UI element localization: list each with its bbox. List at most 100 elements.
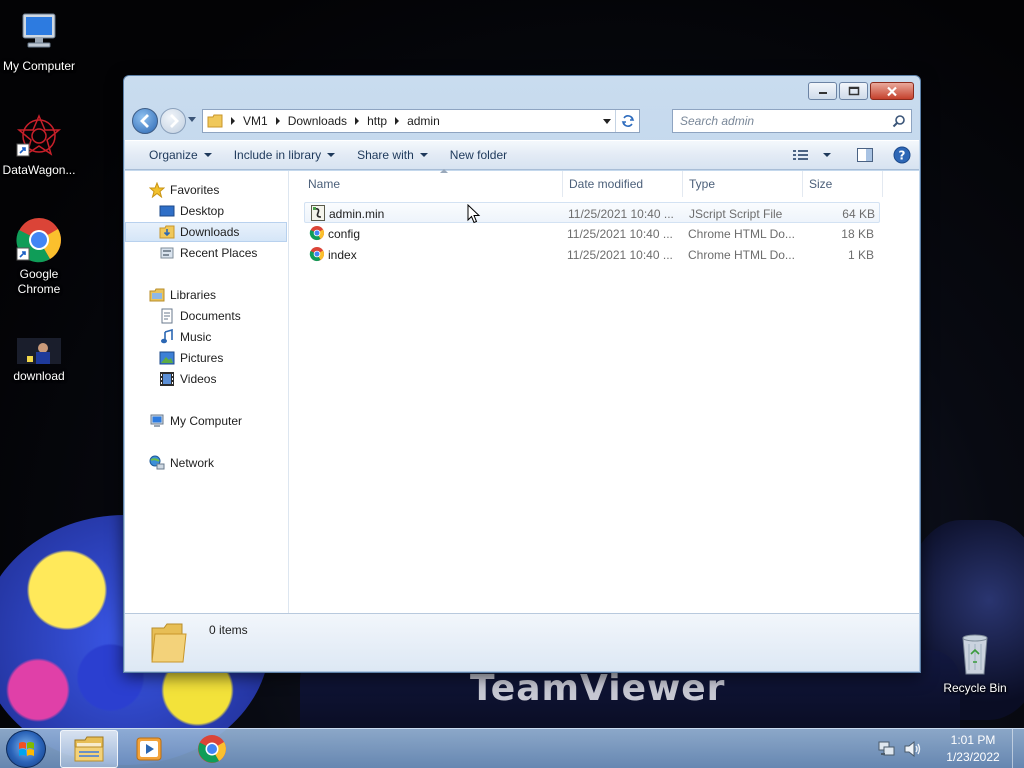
nav-label: Music [180, 330, 212, 344]
nav-pictures[interactable]: Pictures [125, 348, 287, 368]
change-view-button[interactable] [793, 149, 831, 161]
wallpaper-sponsor-text: TeamViewer [470, 668, 726, 709]
documents-icon [159, 308, 175, 324]
breadcrumb-admin[interactable]: admin [407, 114, 440, 128]
new-folder-button[interactable]: New folder [439, 141, 518, 169]
chevron-down-icon[interactable] [823, 153, 831, 157]
taskbar: 1:01 PM 1/23/2022 [0, 728, 1024, 768]
nav-label: My Computer [170, 414, 243, 428]
nav-favorites[interactable]: Favorites [125, 180, 287, 200]
computer-icon [149, 413, 165, 429]
nav-downloads[interactable]: Downloads [125, 222, 287, 242]
nav-label: Libraries [170, 288, 217, 302]
desktop-icon-label: download [13, 369, 65, 383]
search-box[interactable]: Search admin [672, 109, 912, 133]
file-name: index [328, 248, 357, 262]
file-row[interactable]: admin.min 11/25/2021 10:40 ... JScript S… [304, 202, 880, 223]
nav-label: Network [170, 456, 215, 470]
nav-videos[interactable]: Videos [125, 369, 287, 389]
desktop-icon [159, 203, 175, 219]
file-row[interactable]: index 11/25/2021 10:40 ... Chrome HTML D… [304, 244, 880, 265]
file-size: 64 KB [842, 207, 875, 221]
file-name: admin.min [329, 207, 385, 221]
desktop-icon-google-chrome[interactable]: Google Chrome [0, 216, 78, 297]
file-list: Name Date modified Type Size admin.min 1… [290, 169, 919, 613]
new-folder-label: New folder [449, 148, 508, 162]
start-button[interactable] [6, 730, 46, 768]
caption-buttons [806, 82, 914, 100]
taskbar-media-player[interactable] [120, 730, 178, 768]
desktop-icon-datawagon[interactable]: DataWagon... [0, 112, 78, 178]
column-label: Name [308, 177, 341, 191]
nav-network[interactable]: Network [125, 453, 287, 473]
maximize-icon [848, 86, 859, 96]
taskbar-chrome[interactable] [183, 730, 241, 768]
forward-button[interactable] [160, 108, 186, 134]
address-history-dropdown[interactable] [603, 119, 611, 124]
breadcrumb-separator[interactable] [275, 117, 280, 125]
window-content: Favorites Desktop Downloads Recent Place… [125, 169, 919, 613]
close-button[interactable] [870, 82, 914, 100]
recent-pages-dropdown[interactable] [188, 117, 196, 122]
minimize-icon [818, 92, 827, 94]
clock-time: 1:01 PM [950, 733, 996, 747]
desktop-icon-my-computer[interactable]: My Computer [0, 8, 78, 74]
column-header-name[interactable]: Name [302, 169, 563, 197]
column-label: Date modified [569, 177, 644, 191]
explorer-window[interactable]: VM1 Downloads http admin Search admin Or… [123, 75, 921, 673]
nav-label: Desktop [180, 204, 225, 218]
minimize-button[interactable] [808, 82, 837, 100]
maximize-button[interactable] [839, 82, 868, 100]
system-tray: 1:01 PM 1/23/2022 [878, 729, 1024, 768]
windows-explorer-icon [74, 736, 104, 762]
share-with-menu[interactable]: Share with [346, 141, 439, 169]
help-button[interactable]: ? [893, 146, 911, 164]
column-header-date-modified[interactable]: Date modified [563, 171, 683, 197]
taskbar-windows-explorer[interactable] [60, 730, 118, 768]
column-header-size[interactable]: Size [803, 171, 883, 197]
include-in-library-menu[interactable]: Include in library [223, 141, 346, 169]
nav-libraries[interactable]: Libraries [125, 285, 287, 305]
breadcrumb-downloads[interactable]: Downloads [288, 114, 347, 128]
network-status-icon[interactable] [878, 741, 896, 757]
organize-menu[interactable]: Organize [138, 141, 223, 169]
clock-date: 1/23/2022 [946, 750, 1000, 764]
breadcrumb-separator[interactable] [231, 117, 235, 125]
nav-recent-places[interactable]: Recent Places [125, 243, 287, 263]
column-label: Type [689, 177, 716, 191]
back-button[interactable] [132, 108, 158, 134]
desktop-icon-recycle-bin[interactable]: Recycle Bin [936, 630, 1014, 696]
column-header-type[interactable]: Type [683, 171, 803, 197]
preview-pane-button[interactable] [857, 148, 873, 162]
volume-icon[interactable] [904, 741, 922, 757]
libraries-icon [149, 287, 165, 303]
nav-my-computer[interactable]: My Computer [125, 411, 287, 431]
recent-places-icon [159, 245, 175, 261]
refresh-button[interactable] [615, 110, 639, 132]
desktop-icon-download[interactable]: download [0, 336, 78, 384]
show-desktop-button[interactable] [1012, 729, 1024, 768]
jscript-file-icon [310, 205, 326, 221]
search-icon[interactable] [892, 114, 906, 128]
nav-desktop[interactable]: Desktop [125, 201, 287, 221]
nav-documents[interactable]: Documents [125, 306, 287, 326]
breadcrumb-separator[interactable] [395, 117, 400, 125]
address-bar[interactable]: VM1 Downloads http admin [202, 109, 640, 133]
nav-label: Downloads [180, 225, 240, 239]
file-date-modified: 11/25/2021 10:40 ... [567, 227, 673, 241]
pictures-icon [159, 350, 175, 366]
breadcrumb-separator[interactable] [355, 117, 360, 125]
clock[interactable]: 1:01 PM 1/23/2022 [936, 732, 1010, 766]
file-size: 18 KB [841, 227, 874, 241]
nav-label: Favorites [170, 183, 220, 197]
nav-music[interactable]: Music [125, 327, 287, 347]
breadcrumb-http[interactable]: http [367, 114, 387, 128]
navigation-bar: VM1 Downloads http admin Search admin [130, 107, 914, 135]
refresh-icon [621, 115, 634, 127]
breadcrumb-vm1[interactable]: VM1 [243, 114, 268, 128]
recycle-bin-icon [951, 630, 999, 678]
file-size: 1 KB [847, 248, 874, 262]
file-row[interactable]: config 11/25/2021 10:40 ... Chrome HTML … [304, 223, 880, 244]
help-icon: ? [893, 146, 911, 164]
mouse-cursor-icon [467, 204, 481, 224]
